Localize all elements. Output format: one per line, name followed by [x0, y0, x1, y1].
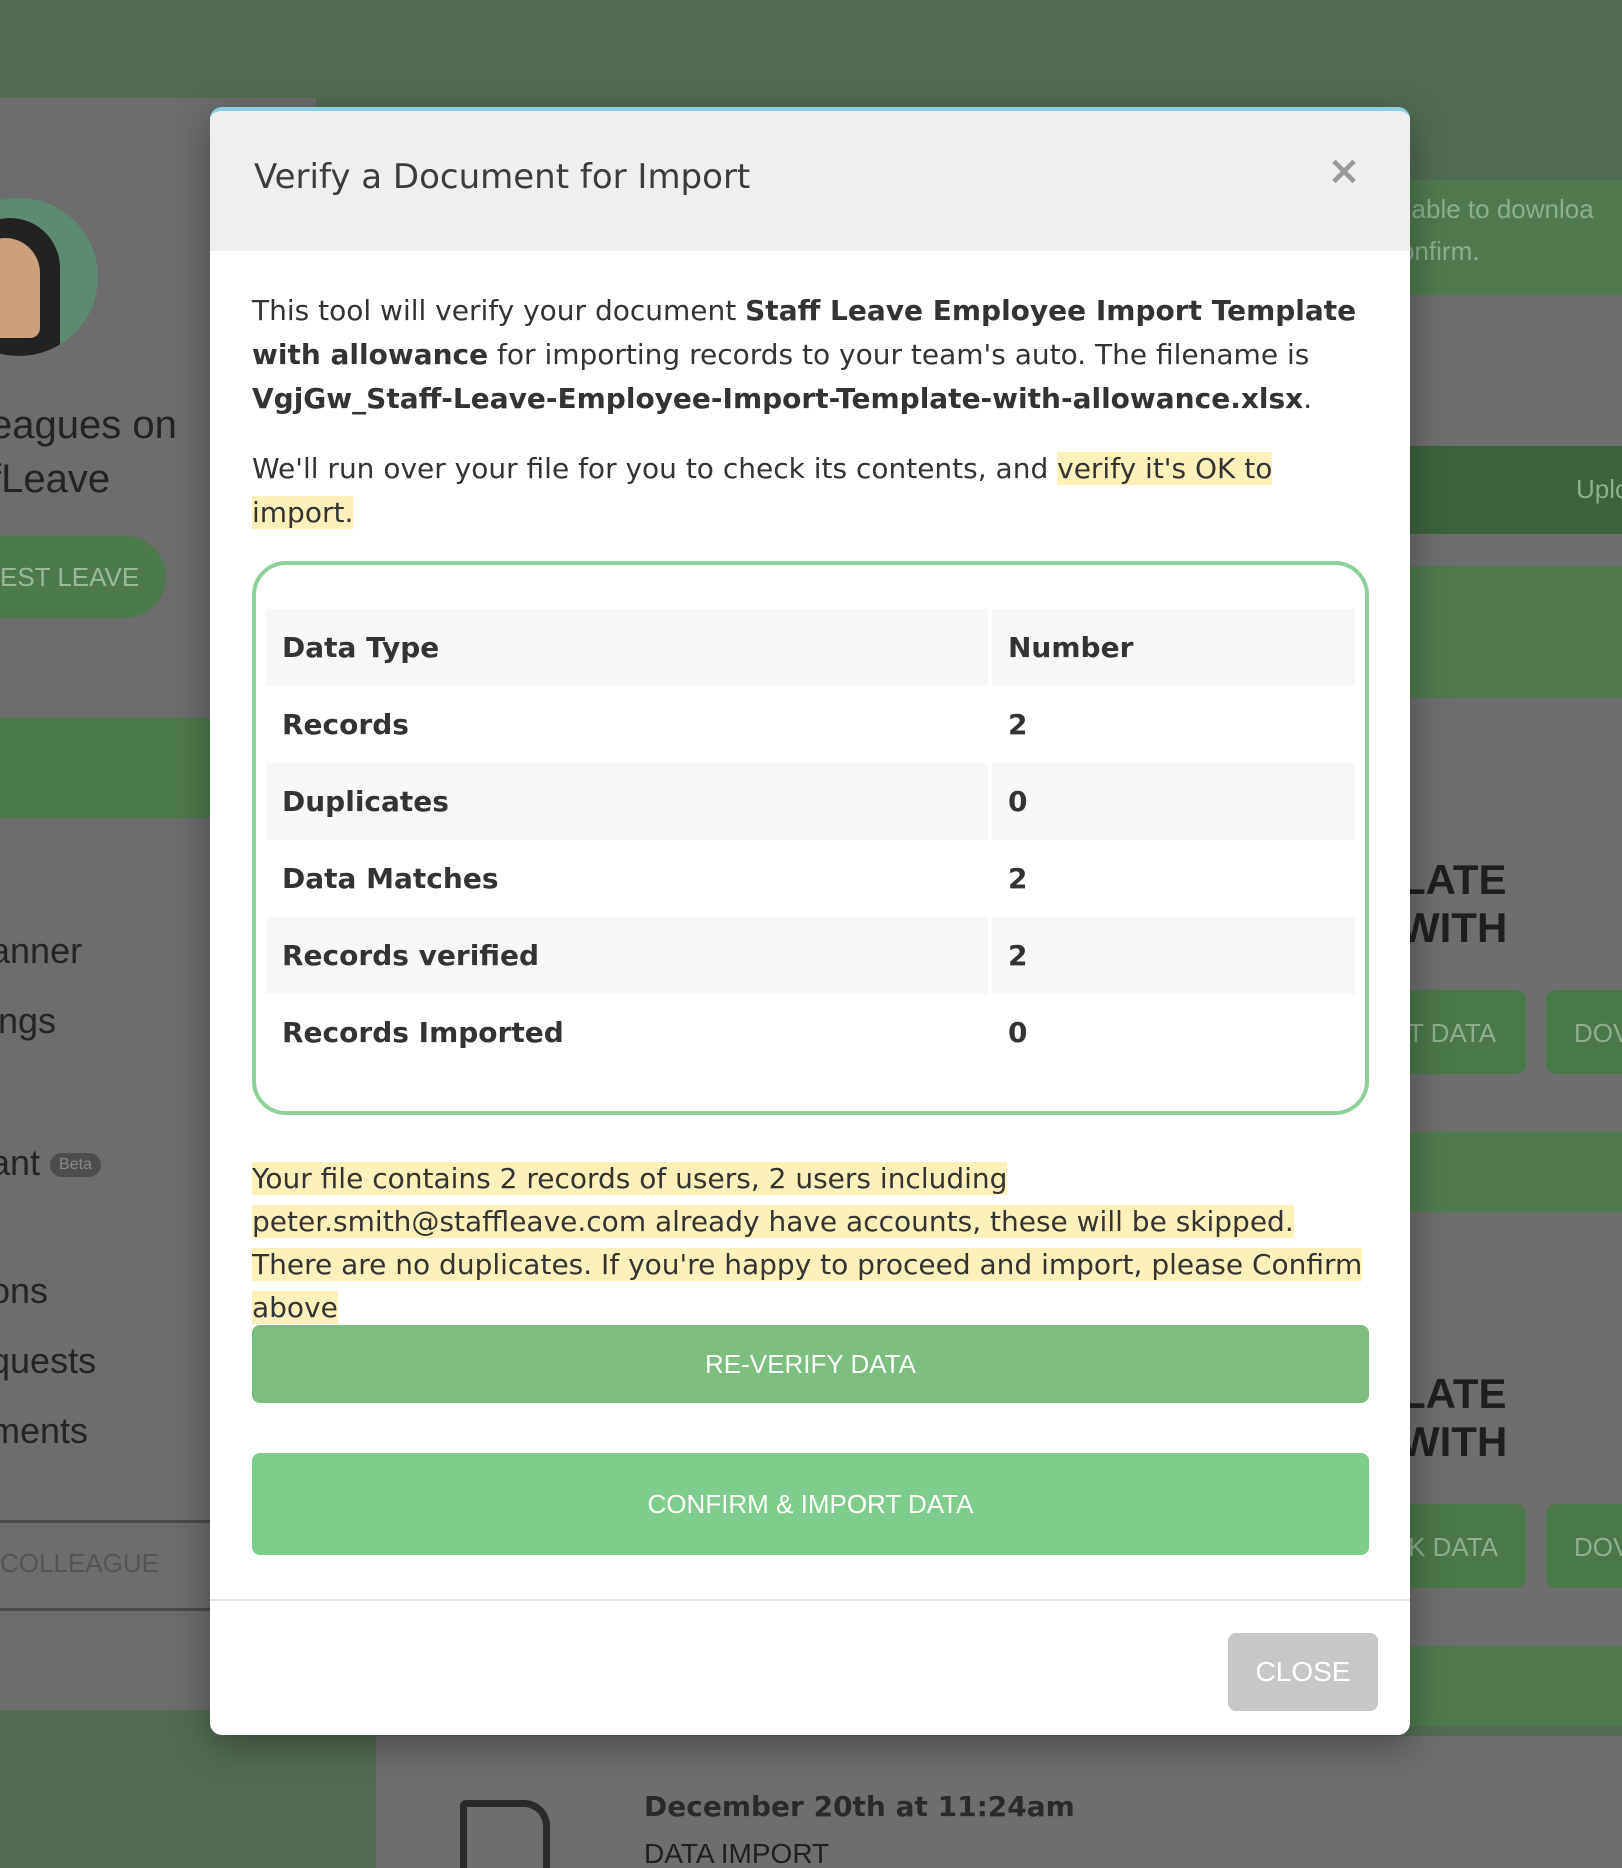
- table-row: Duplicates 0: [266, 763, 1355, 840]
- beta-badge: Beta: [50, 1153, 101, 1178]
- summary-highlight: Your file contains 2 records of users, 2…: [252, 1162, 1363, 1324]
- table-row: Records Imported 0: [266, 994, 1355, 1071]
- row-value: 2: [992, 686, 1355, 763]
- results-table-box: Data Type Number Records 2 Duplicates 0 …: [252, 561, 1369, 1115]
- row-value: 0: [992, 994, 1355, 1071]
- table-header-row: Data Type Number: [266, 609, 1355, 686]
- right-green-block: [1380, 1646, 1622, 1726]
- download-info-line2: onfirm.: [1400, 236, 1480, 266]
- modal-body: This tool will verify your document Staf…: [210, 251, 1410, 1329]
- sidebar-item-notifications[interactable]: ons: [0, 1270, 48, 1312]
- template-heading: LATE WITH: [1400, 856, 1508, 951]
- profile-heading-line2: fLeave: [0, 457, 111, 501]
- row-label: Duplicates: [266, 763, 988, 840]
- intro-prefix: This tool will verify your document: [252, 294, 746, 327]
- intro-middle: for importing records to your team's aut…: [488, 338, 1310, 371]
- download-button[interactable]: DOV: [1546, 990, 1622, 1074]
- download-button[interactable]: DOV: [1546, 1504, 1622, 1588]
- row-value: 2: [992, 840, 1355, 917]
- activity-date: December 20th at 11:24am: [644, 1790, 1075, 1823]
- table-row: Data Matches 2: [266, 840, 1355, 917]
- file-import-icon: [460, 1800, 550, 1868]
- reverify-button[interactable]: RE-VERIFY DATA: [252, 1325, 1369, 1403]
- right-green-block: [1380, 566, 1622, 698]
- filename: VgjGw_Staff-Leave-Employee-Import-Templa…: [252, 382, 1304, 415]
- request-leave-button[interactable]: EST LEAVE: [0, 536, 166, 618]
- intro-text: This tool will verify your document Staf…: [252, 289, 1368, 421]
- avatar-face: [0, 238, 40, 338]
- sidebar-item-requests[interactable]: quests: [0, 1340, 96, 1382]
- row-label: Records: [266, 686, 988, 763]
- download-info-line1: ilable to downloa: [1400, 194, 1594, 224]
- sidebar-item-planner[interactable]: anner: [0, 930, 82, 972]
- sidebar-item-documents[interactable]: ments: [0, 1410, 88, 1452]
- row-label: Records verified: [266, 917, 988, 994]
- sidebar-item-assistant-label: ant: [0, 1142, 41, 1183]
- table-row: Records 2: [266, 686, 1355, 763]
- row-value: 2: [992, 917, 1355, 994]
- row-value: 0: [992, 763, 1355, 840]
- row-label: Data Matches: [266, 840, 988, 917]
- column-header-data-type: Data Type: [266, 609, 988, 686]
- modal-title: Verify a Document for Import: [254, 157, 751, 197]
- row-label: Records Imported: [266, 994, 988, 1071]
- summary-text: Your file contains 2 records of users, 2…: [252, 1157, 1368, 1329]
- close-icon[interactable]: ×: [1324, 151, 1364, 191]
- verify-import-modal: Verify a Document for Import × This tool…: [210, 107, 1410, 1735]
- activity-type: DATA IMPORT: [644, 1838, 830, 1868]
- modal-header: Verify a Document for Import ×: [210, 111, 1410, 251]
- upload-button[interactable]: Uplo: [1380, 446, 1622, 534]
- add-colleague-button[interactable]: COLLEAGUE: [0, 1548, 159, 1579]
- confirm-import-button[interactable]: CONFIRM & IMPORT DATA: [252, 1453, 1369, 1555]
- table-row: Records verified 2: [266, 917, 1355, 994]
- results-table: Data Type Number Records 2 Duplicates 0 …: [262, 609, 1359, 1071]
- column-header-number: Number: [992, 609, 1355, 686]
- close-button[interactable]: CLOSE: [1228, 1633, 1378, 1711]
- right-green-block: [1380, 1132, 1622, 1212]
- verify-note-prefix: We'll run over your file for you to chec…: [252, 452, 1058, 485]
- verify-note: We'll run over your file for you to chec…: [252, 447, 1368, 535]
- profile-heading-line1: eagues on: [0, 403, 177, 447]
- intro-suffix: .: [1303, 382, 1313, 415]
- download-info: ilable to downloa onfirm.: [1380, 180, 1622, 295]
- sidebar-item-assistant[interactable]: ant Beta: [0, 1142, 101, 1184]
- modal-footer: CLOSE: [210, 1599, 1410, 1735]
- template-heading: LATE WITH: [1400, 1370, 1508, 1465]
- sidebar-item-settings[interactable]: ings: [0, 1000, 56, 1042]
